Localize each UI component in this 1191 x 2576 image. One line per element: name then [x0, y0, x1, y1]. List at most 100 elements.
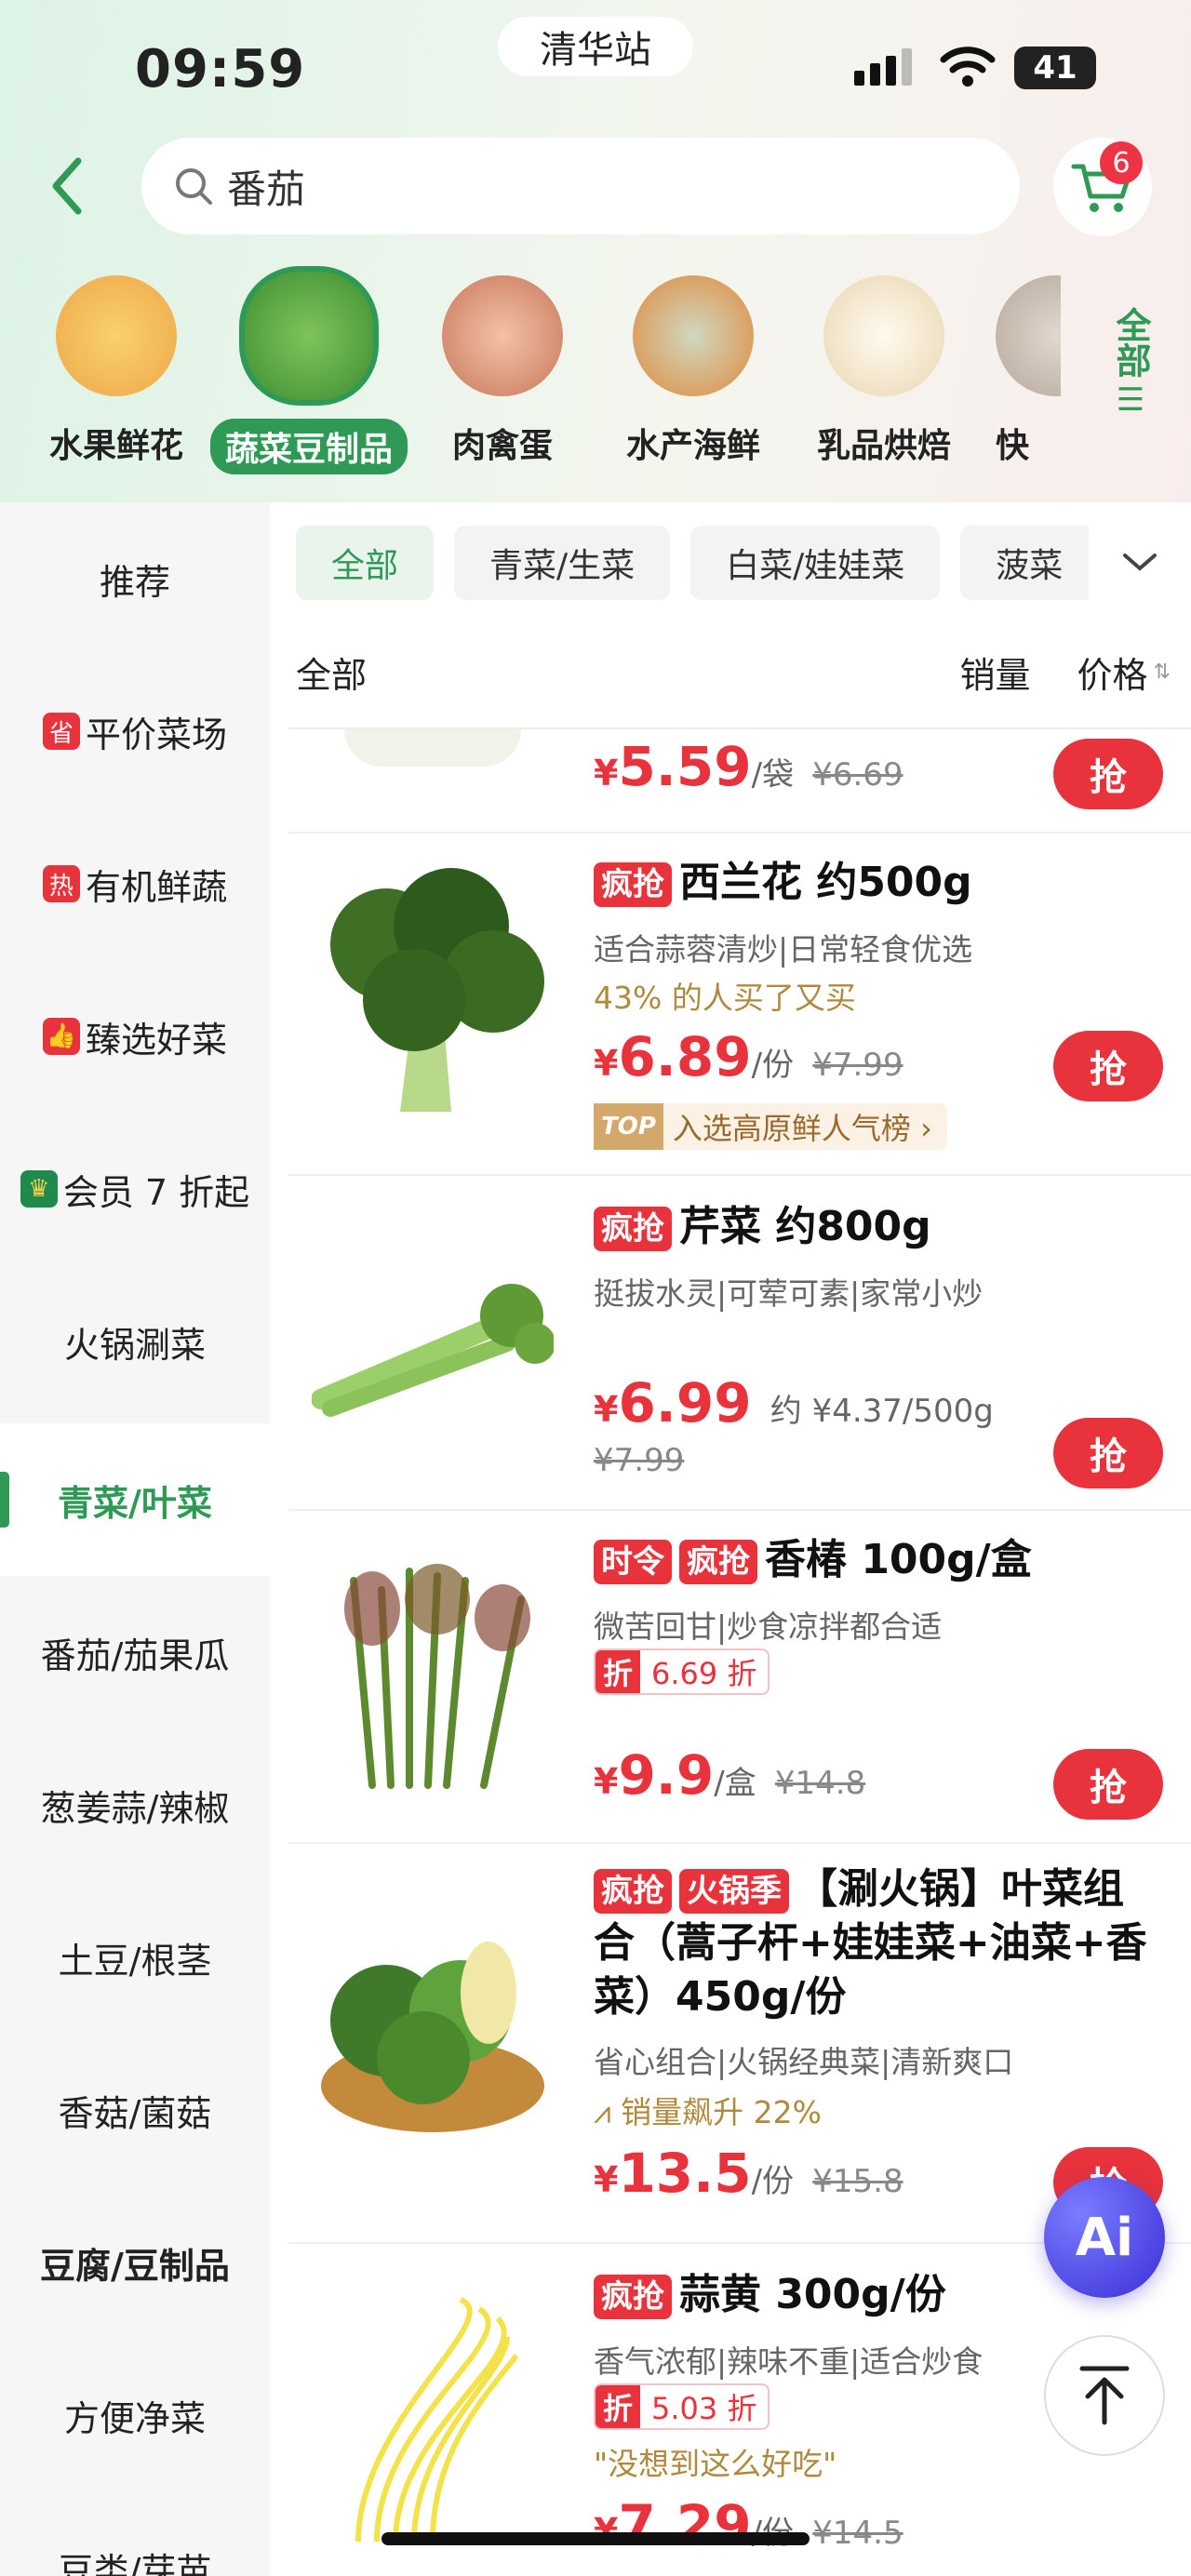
crown-icon: ♛ [20, 1170, 58, 1208]
toona-image [307, 1548, 558, 1799]
product-desc: 省心组合|火锅经典菜|清新爽口 [594, 2044, 1014, 2080]
sidebar-item-member[interactable]: ♛ 会员 7 折起 [0, 1113, 270, 1265]
quick-image [996, 275, 1061, 396]
location-pill[interactable]: 清华站 [498, 17, 693, 76]
sidebar-item-recommend[interactable]: 推荐 [0, 502, 270, 655]
product-note: ⩘ 销量飙升 22% [594, 2094, 822, 2130]
ranking-text: 入选高原鲜人气榜 › [672, 1111, 932, 1146]
product-desc: 适合蒜蓉清炒|日常轻食优选 [594, 931, 973, 968]
chip-cabbage[interactable]: 白菜/娃娃菜 [690, 526, 941, 600]
category-dairy[interactable]: 乳品烘焙 [796, 275, 972, 467]
product-image [307, 729, 558, 767]
expand-chips-button[interactable] [1089, 526, 1191, 600]
buy-button[interactable]: 抢 [1053, 1418, 1163, 1488]
product-title: 疯抢 火锅季 【涮火锅】叶菜组合（蒿子杆+娃娃菜+油菜+香菜）450g/份 [594, 1865, 1147, 2021]
category-fruit[interactable]: 水果鲜花 [28, 275, 205, 467]
chip-greens[interactable]: 青菜/生菜 [454, 526, 671, 600]
sidebar-item-organic[interactable]: 热有机鲜蔬 [0, 808, 270, 960]
product-title: 疯抢 芹菜 约800g [594, 1200, 1152, 1254]
product-title: 疯抢 西兰花 约500g [594, 856, 1152, 910]
hot-tag-icon: 热 [42, 865, 80, 902]
back-to-top-button[interactable] [1044, 2335, 1165, 2456]
category-quick[interactable]: 快 [996, 275, 1061, 467]
product-tag: 疯抢 [594, 1207, 672, 1251]
back-icon[interactable] [45, 153, 91, 219]
product-price: ¥13.5/份 ¥15.8 [594, 2142, 903, 2205]
top-icon: TOP [594, 1103, 663, 1150]
sort-sales[interactable]: 销量 [960, 647, 1031, 698]
category-label: 快 [996, 427, 1030, 465]
sidebar-item-label: 豆类/芽苗 [58, 2550, 212, 2576]
product-card[interactable]: 时令 疯抢 香椿 100g/盒 微苦回甘|炒食凉拌都合适 折 6.69 折 ¥9.9/… [288, 1511, 1191, 1844]
product-card[interactable]: ¥5.59/袋 ¥6.69 抢 [288, 729, 1191, 834]
product-price: ¥6.99 约 ¥4.37/500g [594, 1371, 994, 1435]
wifi-icon [940, 47, 996, 87]
category-vegetable[interactable]: 蔬菜豆制品 [210, 266, 408, 474]
sidebar-item-beans[interactable]: 豆类/芽苗 [0, 2491, 270, 2576]
product-tag: 疯抢 [679, 1540, 757, 1584]
chevron-down-icon [1123, 554, 1157, 571]
product-old-price: ¥14.8 [774, 1765, 866, 1802]
sidebar-item-mushroom[interactable]: 香菇/菌菇 [0, 2034, 270, 2186]
sidebar-item-label: 臻选好菜 [85, 1019, 227, 1061]
sidebar-item-hotpot[interactable]: 火锅涮菜 [0, 1265, 270, 1418]
save-tag-icon: 省 [42, 713, 80, 750]
ranking-badge[interactable]: TOP 入选高原鲜人气榜 › [594, 1103, 947, 1150]
sidebar-item-onion[interactable]: 葱姜蒜/辣椒 [0, 1728, 270, 1881]
product-tag: 疯抢 [594, 862, 672, 907]
category-label: 蔬菜豆制品 [210, 419, 408, 474]
arrow-up-icon [1079, 2366, 1130, 2425]
product-desc: 微苦回甘|炒食凉拌都合适 [594, 1608, 943, 1645]
fruit-image [56, 275, 177, 396]
celery-image [307, 1232, 558, 1436]
product-note: 43% 的人买了又买 [594, 980, 856, 1016]
sort-price[interactable]: 价格 [1077, 647, 1148, 698]
discount-badge: 折 6.69 折 [594, 1648, 770, 1695]
product-desc: 挺拔水灵|可荤可素|家常小炒 [594, 1275, 984, 1312]
sidebar-item-budget[interactable]: 省平价菜场 [0, 655, 270, 808]
category-meat[interactable]: 肉禽蛋 [414, 275, 591, 467]
buy-button[interactable]: 抢 [1053, 1749, 1163, 1820]
product-old-price: ¥7.99 [594, 1442, 685, 1479]
sort-all[interactable]: 全部 [296, 647, 367, 698]
discount-icon: 折 [596, 1650, 641, 1693]
buy-button[interactable]: 抢 [1053, 1031, 1163, 1101]
seafood-image [633, 275, 754, 396]
product-price: ¥6.89/份 ¥7.99 [594, 1025, 903, 1088]
sidebar-item-tomato[interactable]: 番茄/茄果瓜 [0, 1576, 270, 1728]
product-old-price: ¥7.99 [812, 1047, 903, 1084]
category-seafood[interactable]: 水产海鲜 [605, 275, 782, 467]
product-card[interactable]: 疯抢 西兰花 约500g 适合蒜蓉清炒|日常轻食优选 43% 的人买了又买 ¥6.… [288, 834, 1191, 1176]
buy-button[interactable]: 抢 [1053, 739, 1163, 809]
product-unit: /袋 [751, 756, 795, 794]
product-unit: 约 ¥4.37/500g [769, 1393, 994, 1430]
search-query: 番茄 [227, 166, 306, 212]
sidebar-item-label: 火锅涮菜 [63, 1324, 206, 1366]
sidebar-item-tofu[interactable]: 豆腐/豆制品 [0, 2186, 270, 2339]
product-card[interactable]: 疯抢 芹菜 约800g 挺拔水灵|可荤可素|家常小炒 ¥6.99 约 ¥4.37/… [288, 1176, 1191, 1511]
hotpot-combo-image [307, 1890, 558, 2151]
discount-icon: 折 [596, 2385, 641, 2428]
product-tag: 疯抢 [594, 2275, 672, 2319]
product-review: "没想到这么好吃" [594, 2446, 837, 2482]
chip-spinach[interactable]: 菠菜 [960, 526, 1099, 600]
search-input[interactable]: 番茄 [141, 138, 1020, 234]
product-old-price: ¥6.69 [812, 756, 903, 794]
chip-all[interactable]: 全部 [296, 526, 435, 600]
sidebar-item-label: 平价菜场 [85, 714, 227, 755]
product-tag: 时令 [594, 1540, 672, 1584]
product-tag: 火锅季 [679, 1869, 789, 1914]
sidebar-item-premium[interactable]: 👍 臻选好菜 [0, 960, 270, 1113]
sidebar-item-root[interactable]: 土豆/根茎 [0, 1881, 270, 2034]
product-tag: 疯抢 [594, 1869, 672, 1914]
sidebar-item-label: 土豆/根茎 [58, 1940, 212, 1982]
ai-assistant-button[interactable]: Ai [1044, 2177, 1165, 2298]
all-categories-button[interactable]: 全部 ☰ [1098, 307, 1163, 422]
sidebar-item-label: 方便净菜 [63, 2397, 206, 2439]
product-card[interactable]: 疯抢 火锅季 【涮火锅】叶菜组合（蒿子杆+娃娃菜+油菜+香菜）450g/份 省心组合… [288, 1844, 1191, 2244]
sidebar-item-prepared[interactable]: 方便净菜 [0, 2339, 270, 2491]
subcategory-chips: 全部 青菜/生菜 白菜/娃娃菜 菠菜 [296, 526, 1099, 600]
sidebar-item-leafy[interactable]: 青菜/叶菜 [0, 1423, 270, 1576]
sidebar-item-label: 青菜/叶菜 [58, 1482, 212, 1524]
sidebar-item-label: 会员 7 折起 [62, 1171, 250, 1213]
